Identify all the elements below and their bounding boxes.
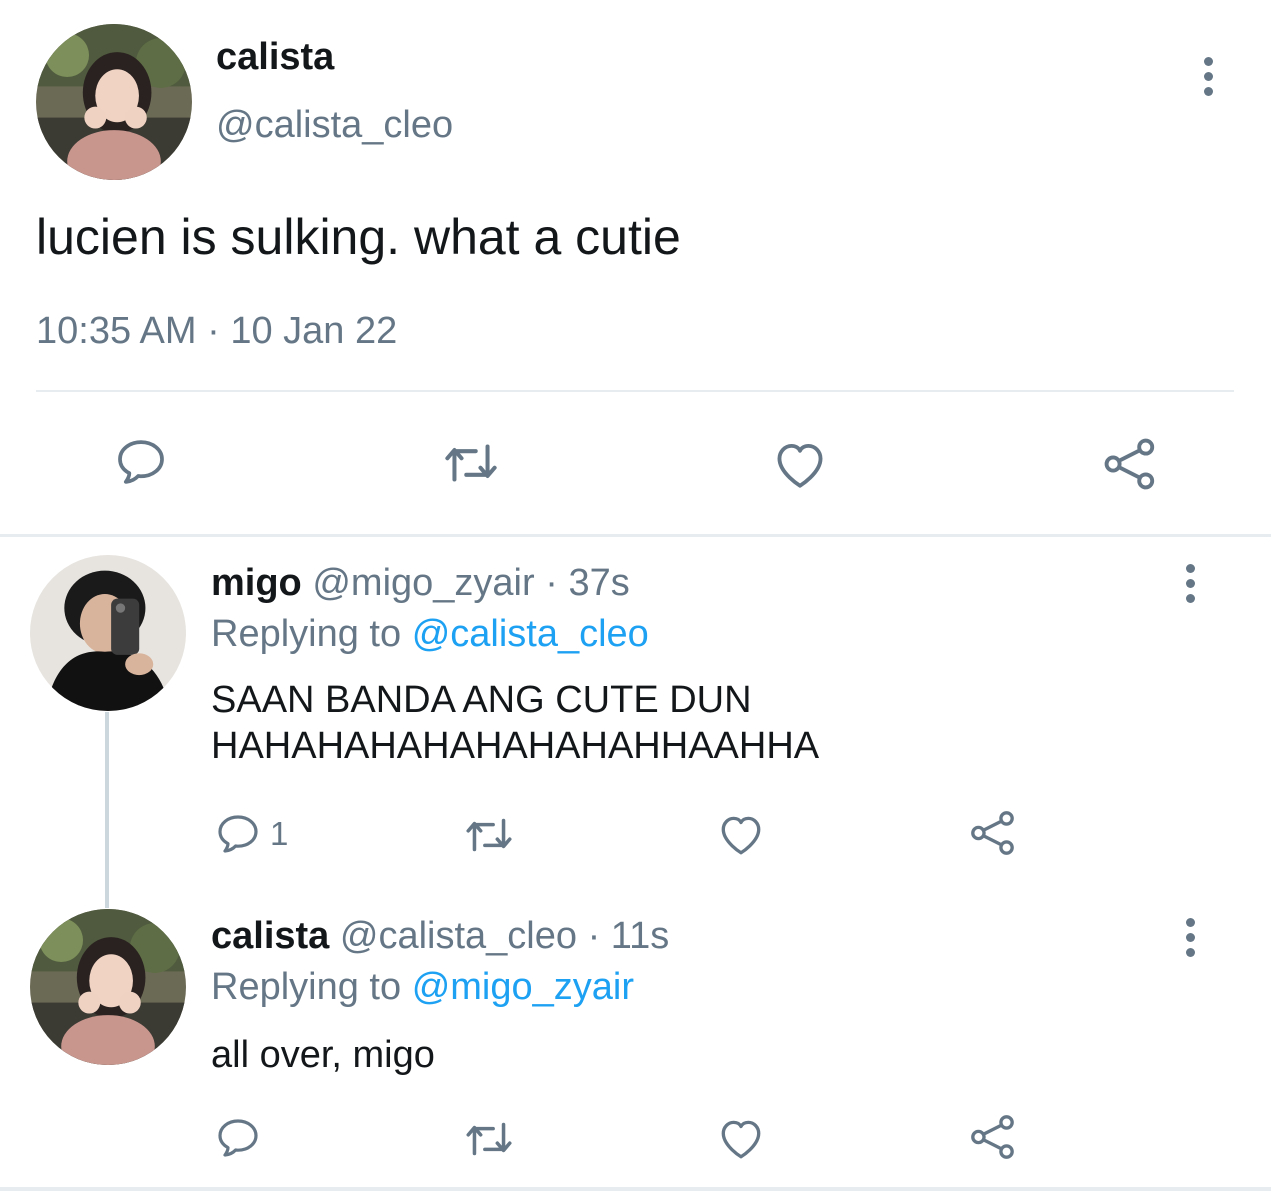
section-divider xyxy=(0,1187,1271,1191)
share-button[interactable] xyxy=(968,808,1018,858)
share-icon xyxy=(971,1115,1014,1159)
mention-link[interactable]: @migo_zyair xyxy=(412,966,634,1008)
share-button[interactable] xyxy=(968,1112,1018,1162)
user-handle[interactable]: @calista_cleo xyxy=(340,915,577,957)
retweet-icon xyxy=(445,444,497,482)
replying-prefix: Replying to xyxy=(211,613,402,655)
reply-text-line: HAHAHAHAHAHAHAHAHHAAHHA xyxy=(211,725,820,767)
tweet-date: 10 Jan 22 xyxy=(230,310,398,352)
reply-header: migo @migo_zyair · 37s xyxy=(211,562,630,605)
retweet-button[interactable] xyxy=(462,1116,516,1162)
replying-to: Replying to @migo_zyair xyxy=(211,966,634,1009)
user-handle[interactable]: @calista_cleo xyxy=(216,104,453,147)
meta-separator: · xyxy=(545,562,558,604)
reply-icon xyxy=(218,815,258,853)
more-vertical-icon[interactable] xyxy=(1198,57,1218,101)
reply-text-line: all over, migo xyxy=(211,1034,435,1076)
divider xyxy=(36,390,1234,392)
section-divider xyxy=(0,534,1271,537)
tweet-time: 10:35 AM xyxy=(36,310,197,352)
reply-icon xyxy=(218,1119,258,1157)
reply-button[interactable] xyxy=(113,434,169,490)
share-icon xyxy=(1104,438,1155,490)
meta-separator: · xyxy=(207,310,220,352)
reply-header: calista @calista_cleo · 11s xyxy=(211,915,669,958)
retweet-button[interactable] xyxy=(440,437,502,489)
main-tweet: calista @calista_cleo lucien is sulking.… xyxy=(0,0,1271,534)
retweet-icon xyxy=(466,818,512,852)
avatar[interactable] xyxy=(30,555,186,711)
tweet-timestamp: 10:35 AM · 10 Jan 22 xyxy=(36,310,397,353)
display-name[interactable]: migo xyxy=(211,562,302,604)
tweet-text: lucien is sulking. what a cutie xyxy=(36,209,681,265)
heart-icon xyxy=(777,443,823,488)
meta-separator: · xyxy=(587,915,601,957)
reply-count: 1 xyxy=(270,815,289,852)
like-button[interactable] xyxy=(771,436,829,492)
thread-line xyxy=(105,712,109,908)
retweet-button[interactable] xyxy=(462,812,516,858)
reply-button[interactable] xyxy=(214,1114,262,1162)
more-vertical-icon[interactable] xyxy=(1180,918,1200,962)
avatar[interactable] xyxy=(30,909,186,1065)
reply-text: SAAN BANDA ANG CUTE DUN HAHAHAHAHAHAHAHA… xyxy=(211,677,819,769)
user-handle[interactable]: @migo_zyair xyxy=(312,562,534,604)
reply-age: 11s xyxy=(610,915,670,957)
like-button[interactable] xyxy=(716,1114,766,1162)
share-icon xyxy=(971,811,1014,855)
share-button[interactable] xyxy=(1101,435,1159,493)
reply-age: 37s xyxy=(568,562,630,604)
replying-prefix: Replying to xyxy=(211,966,402,1008)
like-button[interactable] xyxy=(716,810,766,858)
reply-icon xyxy=(118,440,164,484)
retweet-icon xyxy=(466,1122,512,1156)
more-vertical-icon[interactable] xyxy=(1180,564,1200,608)
mention-link[interactable]: @calista_cleo xyxy=(412,613,649,655)
heart-icon xyxy=(721,816,761,855)
heart-icon xyxy=(721,1120,761,1159)
avatar[interactable] xyxy=(36,24,192,180)
reply-button[interactable]: 1 xyxy=(214,810,288,858)
display-name[interactable]: calista xyxy=(216,36,334,79)
reply-text: all over, migo xyxy=(211,1032,435,1078)
replying-to: Replying to @calista_cleo xyxy=(211,613,649,656)
display-name[interactable]: calista xyxy=(211,915,329,957)
reply-text-line: SAAN BANDA ANG CUTE DUN xyxy=(211,679,752,721)
